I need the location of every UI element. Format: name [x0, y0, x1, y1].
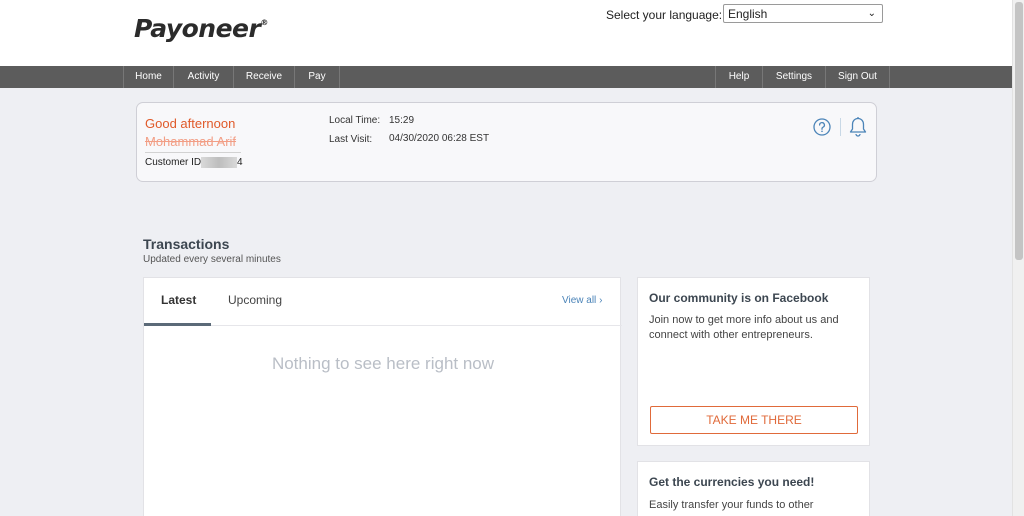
last-visit-label: Last Visit:	[329, 134, 373, 145]
welcome-card: Good afternoon Mohammad Arif Customer ID…	[136, 102, 877, 182]
nav-settings[interactable]: Settings	[763, 66, 826, 88]
nav-home[interactable]: Home	[123, 66, 174, 88]
last-visit-value: 04/30/2020 06:28 EST	[389, 133, 490, 144]
customer-id-redacted	[201, 157, 237, 168]
customer-id-label: Customer ID	[145, 157, 202, 168]
card-title: Our community is on Facebook	[649, 291, 829, 305]
logo-registered-mark: ®	[260, 18, 268, 27]
card-text: Join now to get more info about us and c…	[649, 314, 839, 341]
language-select[interactable]: English ⌄	[723, 4, 883, 23]
empty-state-message: Nothing to see here right now	[271, 354, 495, 373]
facebook-card: Our community is on Facebook Join now to…	[637, 277, 870, 446]
tab-divider	[144, 325, 622, 326]
local-time-value: 15:29	[389, 115, 415, 126]
tab-upcoming[interactable]: Upcoming	[228, 293, 282, 307]
transactions-subtitle: Updated every several minutes	[143, 254, 281, 265]
transactions-panel: Latest Upcoming View all › Nothing to se…	[143, 277, 622, 516]
nav-sign-out[interactable]: Sign Out	[826, 66, 890, 88]
nav-pay[interactable]: Pay	[295, 66, 340, 88]
header: Payoneer® Select your language: English …	[0, 0, 1012, 66]
view-all-link[interactable]: View all ›	[562, 295, 602, 306]
payoneer-logo[interactable]: Payoneer®	[134, 14, 268, 43]
help-icon[interactable]	[813, 118, 831, 136]
nav-receive[interactable]: Receive	[234, 66, 295, 88]
scrollbar-thumb[interactable]	[1015, 2, 1023, 260]
nav-help[interactable]: Help	[715, 66, 763, 88]
language-label: Select your language:	[606, 8, 723, 22]
local-time-label: Local Time:	[329, 115, 381, 126]
divider	[145, 152, 241, 153]
active-tab-indicator	[144, 323, 211, 326]
chevron-down-icon: ⌄	[867, 8, 876, 19]
view-all-label: View all	[562, 295, 597, 306]
language-value: English	[728, 7, 768, 21]
customer-id-suffix: 4	[237, 157, 243, 168]
main-nav: Home Activity Receive Pay Help Settings …	[0, 66, 1012, 88]
take-me-there-button[interactable]: TAKE ME THERE	[650, 406, 858, 434]
card-text: Easily transfer your funds to other	[649, 499, 814, 511]
scrollbar[interactable]	[1012, 0, 1024, 516]
chevron-right-icon: ›	[599, 295, 603, 306]
nav-activity[interactable]: Activity	[174, 66, 234, 88]
currencies-card: Get the currencies you need! Easily tran…	[637, 461, 870, 516]
icon-divider	[840, 118, 841, 136]
user-name: Mohammad Arif	[145, 134, 237, 149]
tab-latest[interactable]: Latest	[161, 293, 196, 307]
logo-text: Payoneer	[134, 14, 261, 43]
card-title: Get the currencies you need!	[649, 475, 815, 489]
bell-icon[interactable]	[848, 116, 868, 138]
transactions-title: Transactions	[143, 236, 230, 252]
greeting-text: Good afternoon	[145, 116, 236, 131]
